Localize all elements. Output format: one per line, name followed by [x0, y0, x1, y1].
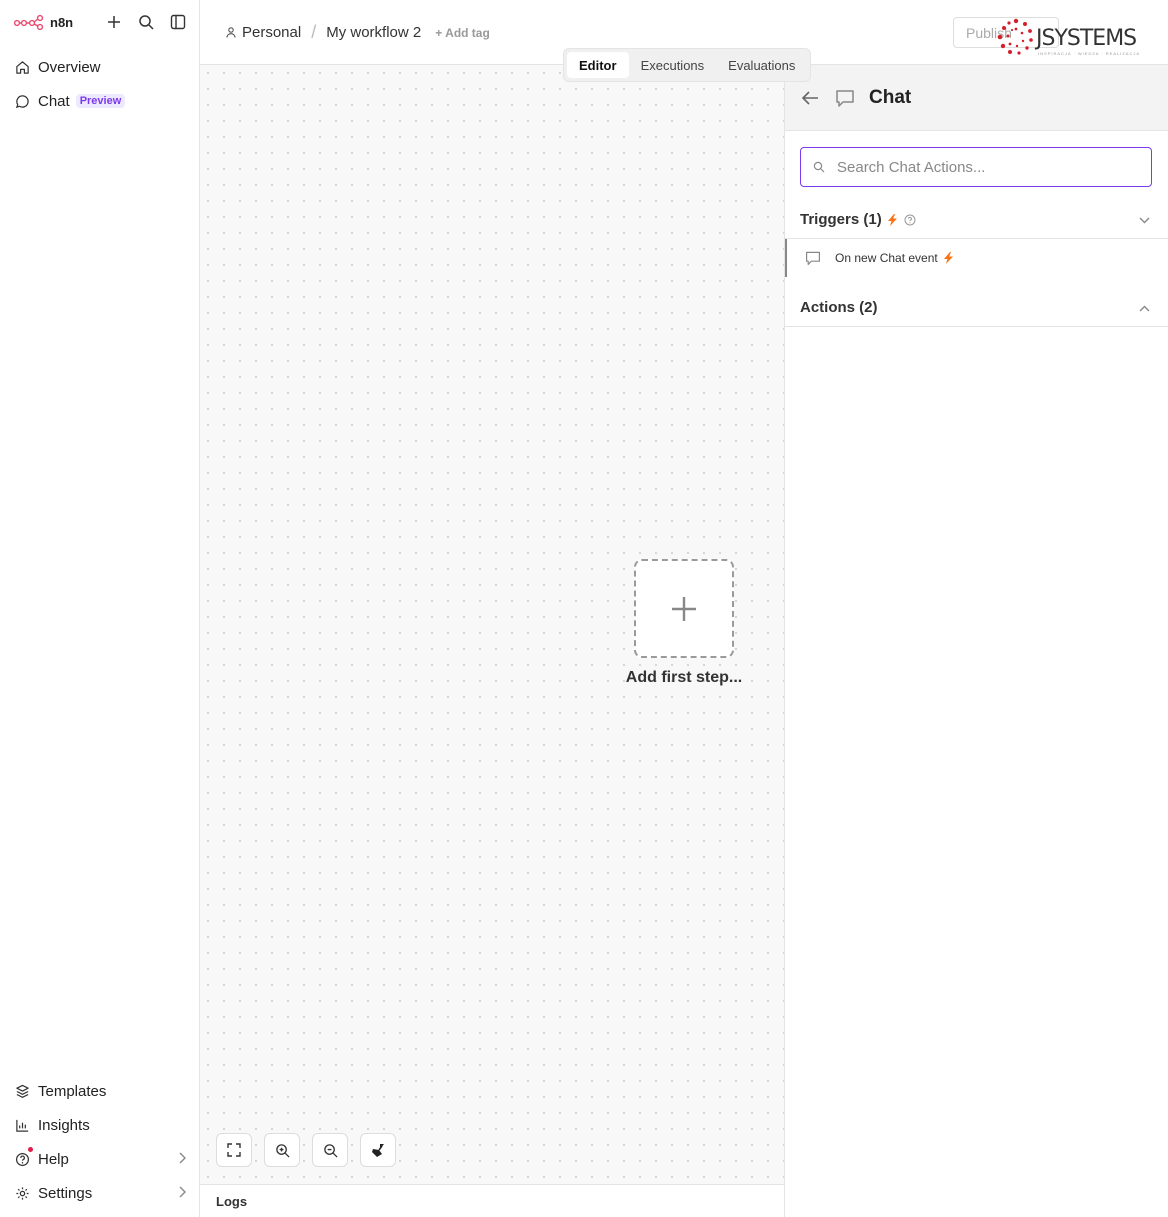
sidebar-item-overview[interactable]: Overview [0, 50, 199, 84]
jsystems-logo-icon [997, 18, 1033, 55]
add-first-step-label: Add first step... [625, 669, 743, 686]
sidebar-item-settings[interactable]: Settings [0, 1176, 200, 1210]
add-tag-button[interactable]: + Add tag [435, 26, 490, 40]
templates-icon [14, 1083, 30, 1099]
zoom-in-button[interactable] [264, 1133, 300, 1167]
gear-icon [14, 1185, 30, 1201]
chevron-right-icon [178, 1185, 186, 1201]
breadcrumb-separator: / [311, 22, 317, 42]
view-tabs: Editor Executions Evaluations [563, 48, 812, 82]
logs-bar[interactable]: Logs [200, 1184, 784, 1217]
broom-icon [372, 1144, 384, 1157]
logo-row: n8n [0, 0, 199, 44]
tab-editor[interactable]: Editor [567, 52, 629, 78]
plus-icon[interactable] [105, 13, 123, 31]
chat-bubble-icon [14, 93, 30, 109]
node-creator-panel: Chat Triggers (1) On new Chat event Acti… [784, 65, 1168, 1217]
home-icon [14, 59, 30, 75]
bar-chart-icon [14, 1117, 30, 1133]
person-icon [226, 27, 236, 38]
plus-icon [672, 596, 696, 621]
workflow-name[interactable]: My workflow 2 [326, 24, 421, 41]
n8n-logo-icon [14, 14, 44, 30]
sidebar-toggle-icon[interactable] [169, 13, 187, 31]
sidebar-item-label: Templates [38, 1082, 107, 1100]
fit-view-button[interactable] [216, 1133, 252, 1167]
zoom-out-icon [323, 1143, 338, 1158]
add-first-step-button[interactable] [634, 559, 734, 658]
tab-evaluations[interactable]: Evaluations [716, 52, 807, 78]
app-name: n8n [50, 14, 74, 30]
n8n-logo[interactable]: n8n [14, 14, 73, 30]
workflow-canvas[interactable]: Add first step... [200, 65, 784, 1184]
triggers-label: Triggers (1) [800, 211, 882, 228]
notification-dot [28, 1147, 33, 1152]
sidebar-item-label: Insights [38, 1116, 90, 1134]
sidebar-item-chat[interactable]: Chat Preview [0, 84, 199, 118]
sidebar: n8n Overview Chat Preview Templates Insi… [0, 0, 200, 1217]
actions-section-header[interactable]: Actions (2) [785, 289, 1168, 327]
actions-label: Actions (2) [800, 299, 878, 316]
sidebar-item-label: Help [38, 1150, 69, 1168]
panel-title: Chat [869, 86, 912, 108]
panel-header: Chat [785, 65, 1168, 131]
zoom-out-button[interactable] [312, 1133, 348, 1167]
breadcrumb-project[interactable]: Personal [242, 24, 301, 41]
canvas-controls [216, 1133, 396, 1167]
back-arrow-icon[interactable] [801, 90, 819, 106]
fullscreen-icon [227, 1143, 241, 1157]
search-icon [813, 161, 825, 173]
chevron-down-icon [1139, 211, 1150, 228]
jsystems-watermark: JSYSTEMS INSPIRACJA · WIEDZA · REALIZACJ… [996, 18, 1139, 58]
sidebar-item-label: Settings [38, 1184, 93, 1202]
watermark-text: JSYSTEMS [1036, 25, 1137, 51]
search-icon[interactable] [137, 13, 155, 31]
help-icon [14, 1151, 30, 1167]
breadcrumb: Personal / My workflow 2 + Add tag [226, 22, 490, 43]
triggers-section-header[interactable]: Triggers (1) [785, 201, 1168, 239]
sidebar-item-insights[interactable]: Insights [0, 1108, 200, 1142]
trigger-item-label: On new Chat event [835, 251, 938, 265]
chevron-right-icon [178, 1151, 186, 1167]
info-icon[interactable] [904, 214, 916, 226]
sidebar-item-templates[interactable]: Templates [0, 1074, 200, 1108]
preview-badge: Preview [75, 94, 126, 108]
tidy-up-button[interactable] [360, 1133, 396, 1167]
search-field[interactable] [800, 147, 1152, 187]
sidebar-item-label: Overview [38, 58, 101, 76]
logs-label: Logs [216, 1193, 248, 1209]
sidebar-item-help[interactable]: Help [0, 1142, 200, 1176]
sidebar-bottom: Templates Insights Help Settings [0, 1074, 200, 1210]
tab-executions[interactable]: Executions [629, 52, 717, 78]
search-input[interactable] [837, 158, 1137, 176]
lightning-icon [887, 213, 897, 226]
lightning-icon [943, 252, 953, 264]
chevron-up-icon [1139, 299, 1150, 316]
trigger-item-on-new-chat-event[interactable]: On new Chat event [785, 239, 1168, 277]
zoom-in-icon [275, 1143, 290, 1158]
chat-node-icon [835, 88, 855, 108]
sidebar-item-label: Chat [38, 92, 70, 110]
watermark-subtitle: INSPIRACJA · WIEDZA · REALIZACJA [1038, 51, 1141, 56]
chat-node-icon [805, 250, 821, 266]
